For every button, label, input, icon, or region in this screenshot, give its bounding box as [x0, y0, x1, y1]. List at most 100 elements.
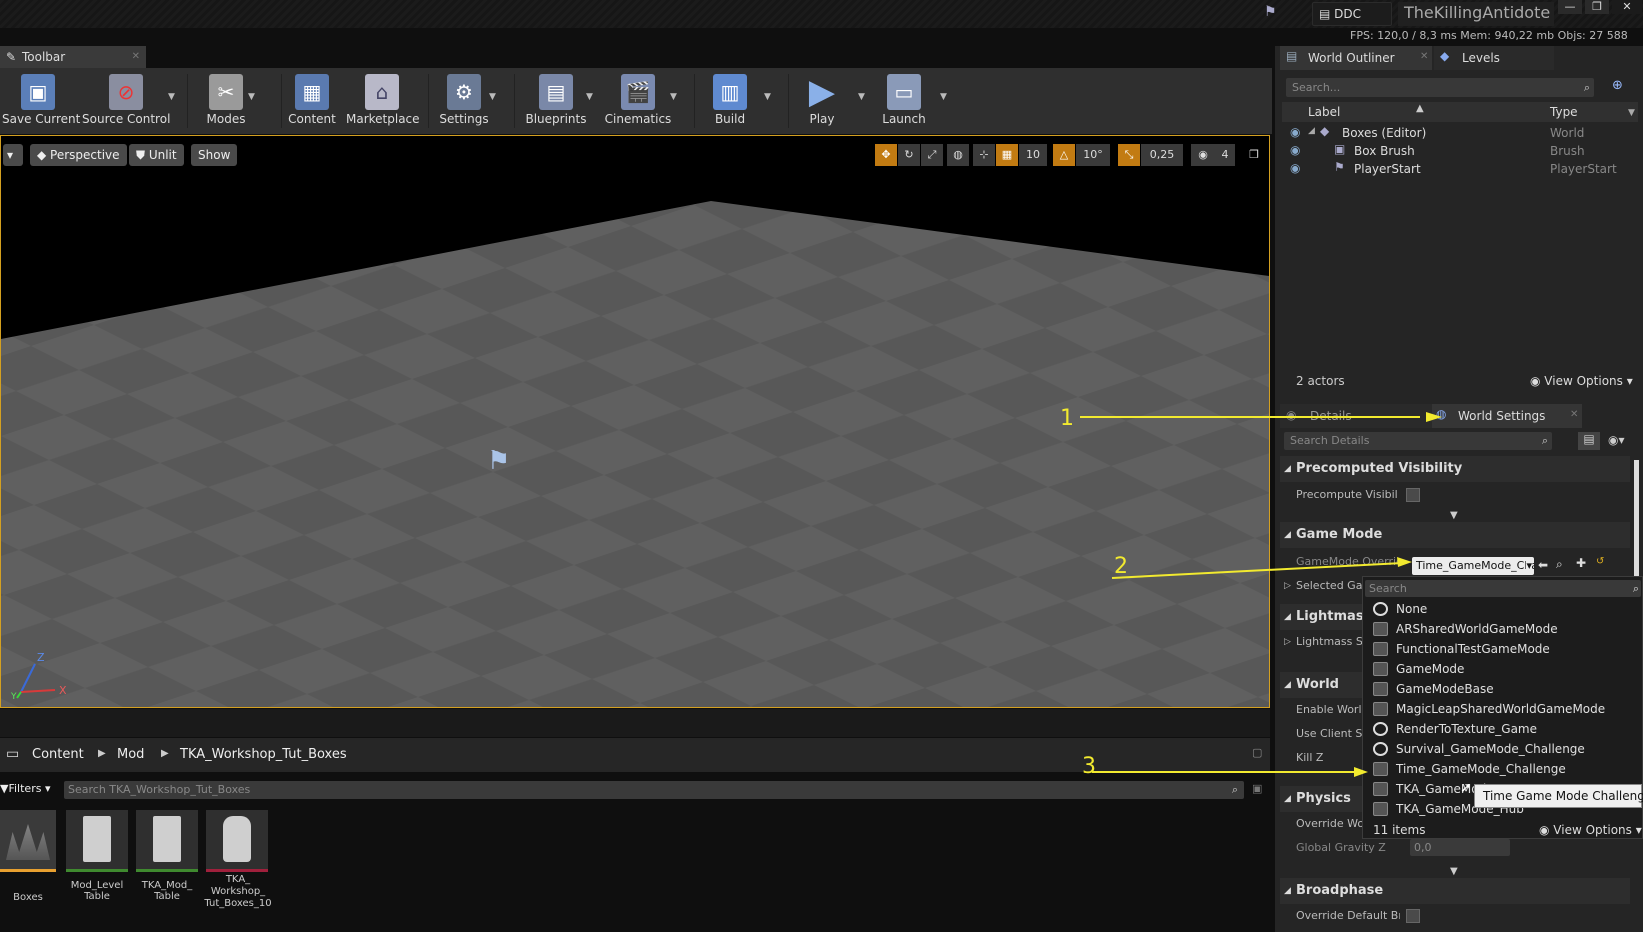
world-icon: ◆: [1320, 124, 1330, 138]
tab-levels[interactable]: ◆ Levels: [1434, 46, 1554, 70]
outliner-row-type: World: [1550, 126, 1585, 140]
unlit-button[interactable]: ⛊ Unlit: [129, 144, 184, 166]
outliner-view-options[interactable]: ◉ View Options ▾: [1530, 374, 1633, 388]
viewport-toolbar: ▾ ◆ Perspective ⛊ Unlit Show ✥ ↻ ⤢ ◍ ⊹ ▦…: [1, 136, 1269, 166]
eye-icon[interactable]: ◉▾: [1608, 433, 1625, 447]
tab-world-settings[interactable]: ◍ World Settings ✕: [1432, 404, 1582, 428]
chevron-down-icon[interactable]: ▼: [168, 92, 175, 102]
chevron-down-icon[interactable]: ▼: [858, 92, 865, 102]
tab-toolbar[interactable]: ✎ Toolbar ✕: [0, 46, 146, 68]
show-button[interactable]: Show: [191, 144, 238, 166]
eye-icon[interactable]: ◉: [1290, 161, 1300, 175]
chevron-down-icon[interactable]: ▼: [1628, 108, 1635, 118]
reset-icon[interactable]: ↺: [1596, 556, 1604, 567]
globe-icon[interactable]: ◍: [947, 144, 969, 166]
annotation-3: 3: [1082, 754, 1096, 779]
blueprints-button[interactable]: ▤ Blueprints: [520, 72, 592, 132]
separator: [428, 74, 429, 128]
save-current-button[interactable]: ▣ Save Current: [2, 72, 80, 132]
marketplace-button[interactable]: ⌂ Marketplace: [346, 72, 420, 132]
close-icon[interactable]: ✕: [1420, 51, 1428, 62]
asset-thumb-mod-level-table[interactable]: [66, 810, 128, 872]
grid-snap-value[interactable]: 10: [1019, 144, 1047, 166]
broadphase-checkbox[interactable]: [1406, 909, 1420, 923]
camera-speed-value[interactable]: 4: [1215, 144, 1235, 166]
asset-search-input[interactable]: Search TKA_Workshop_Tut_Boxes ⌕: [64, 781, 1244, 799]
build-icon: ▥: [713, 74, 747, 110]
breadcrumb-folder[interactable]: TKA_Workshop_Tut_Boxes: [180, 747, 347, 762]
cinematics-button[interactable]: 🎬 Cinematics: [600, 72, 676, 132]
rotate-icon[interactable]: ↻: [898, 144, 920, 166]
camera-speed-icon[interactable]: ◉: [1191, 144, 1215, 166]
chevron-down-icon[interactable]: ▼: [586, 92, 593, 102]
scale-snap-value[interactable]: 0,25: [1141, 144, 1183, 166]
col-label[interactable]: Label: [1308, 105, 1340, 119]
scale-snap-icon[interactable]: ⤡: [1118, 144, 1140, 166]
use-selected-icon[interactable]: ⬅: [1538, 558, 1548, 572]
separator: [514, 74, 515, 128]
add-icon[interactable]: ✚: [1576, 556, 1586, 570]
col-type[interactable]: Type: [1550, 105, 1578, 119]
rotation-snap-icon[interactable]: △: [1053, 144, 1075, 166]
chevron-down-icon[interactable]: ▼: [489, 92, 496, 102]
build-button[interactable]: ▥ Build: [704, 72, 756, 132]
tab-levels-label: Levels: [1462, 51, 1500, 65]
save-icon: ▣: [21, 74, 55, 110]
perspective-button[interactable]: ◆ Perspective: [30, 144, 127, 166]
player-start-icon[interactable]: ⚑: [487, 446, 537, 480]
category-broadphase[interactable]: ◢ Broadphase: [1280, 878, 1630, 904]
add-actor-icon[interactable]: ⊕: [1612, 78, 1623, 93]
outliner-row[interactable]: ◉ ⚑ PlayerStart PlayerStart: [1282, 160, 1638, 178]
ddc-button[interactable]: ▤ DDC: [1312, 2, 1392, 26]
minimize-button[interactable]: —: [1558, 0, 1582, 14]
scale-icon[interactable]: ⤢: [921, 144, 943, 166]
surface-snap-icon[interactable]: ⊹: [973, 144, 995, 166]
close-icon[interactable]: ✕: [1570, 409, 1578, 420]
maximize-viewport-icon[interactable]: ❐: [1245, 144, 1263, 166]
breadcrumb-content[interactable]: Content: [32, 747, 84, 762]
outliner-row[interactable]: ◉ ▣ Box Brush Brush: [1282, 142, 1638, 160]
chevron-down-icon[interactable]: ▼: [764, 92, 771, 102]
outliner-search-input[interactable]: Search... ⌕: [1286, 78, 1594, 97]
expand-icon[interactable]: ◢: [1308, 126, 1315, 136]
picker-view-options[interactable]: ◉ View Options ▾: [1539, 823, 1642, 837]
chevron-down-icon[interactable]: ▼: [670, 92, 677, 102]
flag-icon[interactable]: ⚑: [1264, 4, 1280, 22]
content-button[interactable]: ▦ Content: [284, 72, 340, 132]
viewport-menu-button[interactable]: ▾: [3, 144, 23, 166]
tab-world-outliner[interactable]: ▤ World Outliner ✕: [1280, 46, 1432, 70]
play-button[interactable]: ▶ Play: [796, 72, 848, 132]
asset-thumb-workshop[interactable]: [206, 810, 268, 872]
close-window-button[interactable]: ✕: [1612, 0, 1642, 14]
eye-icon[interactable]: ◉: [1290, 125, 1300, 139]
grid-snap-icon[interactable]: ▦: [996, 144, 1018, 166]
expand-advanced-icon[interactable]: ▼: [1450, 510, 1458, 521]
rotation-snap-value[interactable]: 10°: [1076, 144, 1110, 166]
move-icon[interactable]: ✥: [875, 144, 897, 166]
chevron-down-icon[interactable]: ▼: [248, 92, 255, 102]
folder-icon: ▭: [6, 746, 20, 762]
maximize-button[interactable]: ❐: [1585, 0, 1609, 14]
picker-item-count: 11 items: [1373, 823, 1426, 837]
launch-button[interactable]: ▭ Launch: [874, 72, 934, 132]
axis-x-label: X: [59, 684, 67, 697]
gravity-field[interactable]: 0,0: [1410, 839, 1510, 856]
close-icon[interactable]: ✕: [132, 46, 140, 68]
modes-button[interactable]: ✂ Modes: [196, 72, 256, 132]
annotation-2: 2: [1114, 554, 1128, 579]
actor-count: 2 actors: [1296, 374, 1345, 388]
settings-button[interactable]: ⚙ Settings: [432, 72, 496, 132]
outliner-row[interactable]: ◉ ◢ ◆ Boxes (Editor) World: [1282, 124, 1638, 142]
asset-thumb-boxes[interactable]: [0, 810, 56, 872]
eye-icon[interactable]: ◉: [1290, 143, 1300, 157]
filters-button[interactable]: ▼Filters ▾: [0, 782, 50, 795]
asset-thumb-tka-mod-table[interactable]: [136, 810, 198, 872]
property-matrix-icon[interactable]: ▤: [1578, 432, 1600, 450]
breadcrumb-mod[interactable]: Mod: [117, 747, 144, 762]
separator: [187, 74, 188, 128]
chevron-down-icon[interactable]: ▼: [940, 92, 947, 102]
expand-advanced-icon[interactable]: ▼: [1450, 866, 1458, 877]
source-control-button[interactable]: ⊘ Source Control: [82, 72, 170, 132]
cinematics-label: Cinematics: [604, 112, 672, 126]
browse-icon[interactable]: ⌕: [1556, 557, 1563, 572]
